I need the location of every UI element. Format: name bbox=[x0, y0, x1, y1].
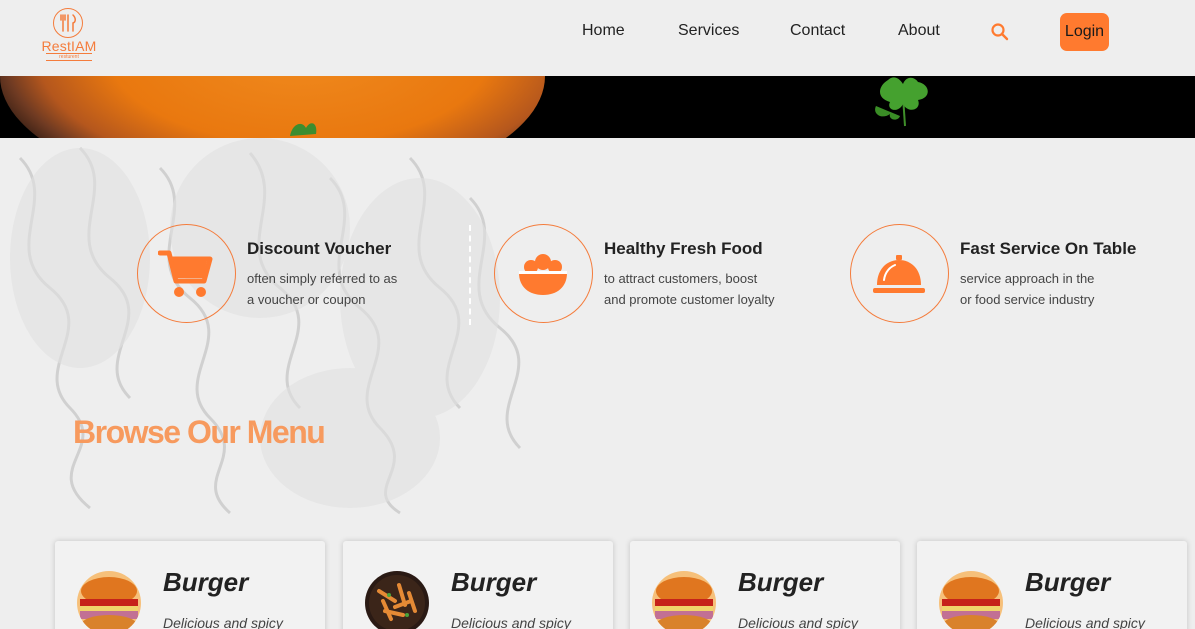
menu-card[interactable]: Burger Delicious and spicy bbox=[630, 541, 900, 629]
feature-title: Fast Service On Table bbox=[960, 239, 1137, 258]
card-description: Delicious and spicy bbox=[163, 615, 283, 629]
divider bbox=[469, 225, 471, 325]
nav-home[interactable]: Home bbox=[582, 22, 625, 40]
logo-tagline: resturent bbox=[46, 53, 92, 61]
card-title: Burger bbox=[163, 567, 249, 597]
parsley-image bbox=[875, 77, 928, 127]
herb-garnish-image bbox=[290, 123, 317, 136]
card-description: Delicious and spicy bbox=[1025, 615, 1145, 629]
pasta-image bbox=[365, 571, 429, 629]
logo-name: RestIAM bbox=[41, 38, 97, 54]
menu-card[interactable]: Burger Delicious and spicy bbox=[343, 541, 613, 629]
card-title: Burger bbox=[738, 567, 824, 597]
login-button[interactable]: Login bbox=[1060, 13, 1109, 51]
feature-discount-voucher: Discount Voucher often simply referred t… bbox=[137, 224, 467, 324]
nav-contact[interactable]: Contact bbox=[790, 22, 845, 40]
food-bowl-icon bbox=[519, 254, 567, 295]
search-icon[interactable] bbox=[990, 22, 1010, 42]
nav-services[interactable]: Services bbox=[678, 22, 739, 40]
hero-banner bbox=[0, 76, 1195, 138]
burger-image bbox=[77, 571, 141, 629]
soup-bowl-image bbox=[0, 76, 545, 138]
card-title: Burger bbox=[1025, 567, 1111, 597]
feature-fast-service: Fast Service On Table service approach i… bbox=[850, 224, 1180, 324]
card-description: Delicious and spicy bbox=[738, 615, 858, 629]
burger-image bbox=[652, 571, 716, 629]
feature-healthy-food: Healthy Fresh Food to attract customers,… bbox=[494, 224, 824, 324]
section-title: Browse Our Menu bbox=[73, 414, 326, 450]
feature-icon-circle bbox=[850, 224, 949, 323]
feature-title: Discount Voucher bbox=[247, 239, 392, 258]
feature-icon-circle bbox=[137, 224, 236, 323]
card-description: Delicious and spicy bbox=[451, 615, 571, 629]
serving-bell-icon bbox=[873, 255, 925, 293]
menu-card[interactable]: Burger Delicious and spicy bbox=[917, 541, 1187, 629]
logo[interactable]: RestIAM resturent bbox=[40, 8, 98, 62]
shopping-cart-icon bbox=[158, 250, 213, 297]
card-title: Burger bbox=[451, 567, 537, 597]
burger-image bbox=[939, 571, 1003, 629]
cutlery-icon bbox=[53, 8, 83, 38]
site-header: RestIAM resturent Home Services Contact … bbox=[0, 0, 1195, 76]
menu-card[interactable]: Burger Delicious and spicy bbox=[55, 541, 325, 629]
nav-about[interactable]: About bbox=[898, 22, 940, 40]
feature-title: Healthy Fresh Food bbox=[604, 239, 763, 258]
feature-icon-circle bbox=[494, 224, 593, 323]
feature-description: often simply referred to as a voucher or… bbox=[247, 271, 398, 307]
feature-description: service approach in the or food service … bbox=[960, 271, 1095, 307]
smoke-decoration bbox=[10, 138, 522, 515]
feature-description: to attract customers, boost and promote … bbox=[604, 271, 775, 307]
